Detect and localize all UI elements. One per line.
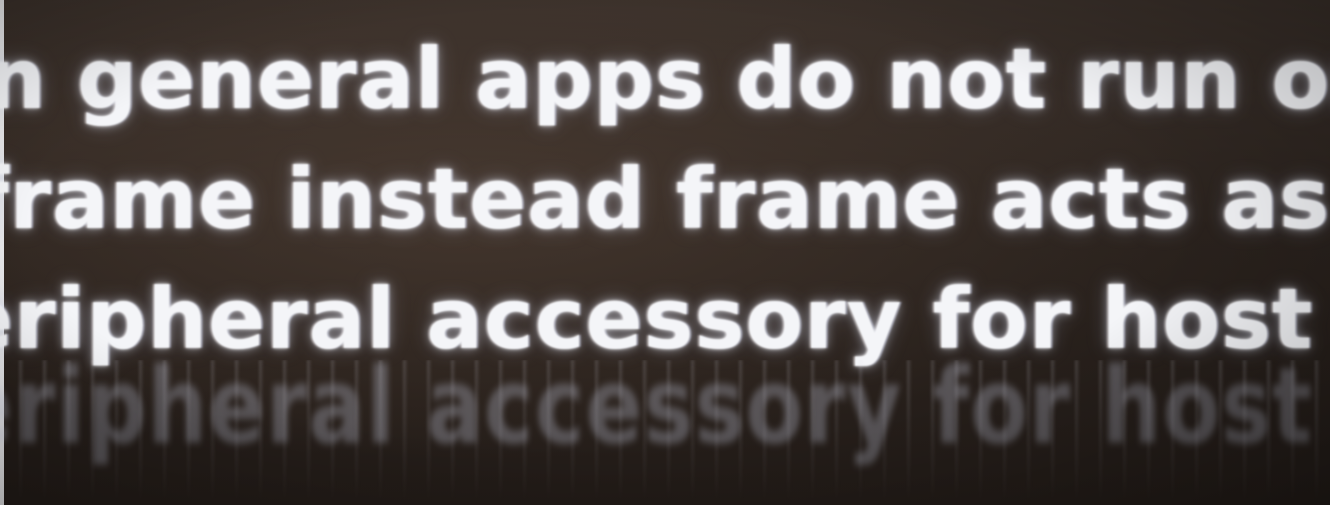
screen-text-line-2: frame instead frame acts as a	[0, 150, 1330, 248]
screen-text-line-1: n general apps do not run on	[0, 30, 1330, 128]
photo-of-screen: n general apps do not run on frame inste…	[0, 0, 1330, 505]
reflection-streaks	[0, 360, 1330, 505]
